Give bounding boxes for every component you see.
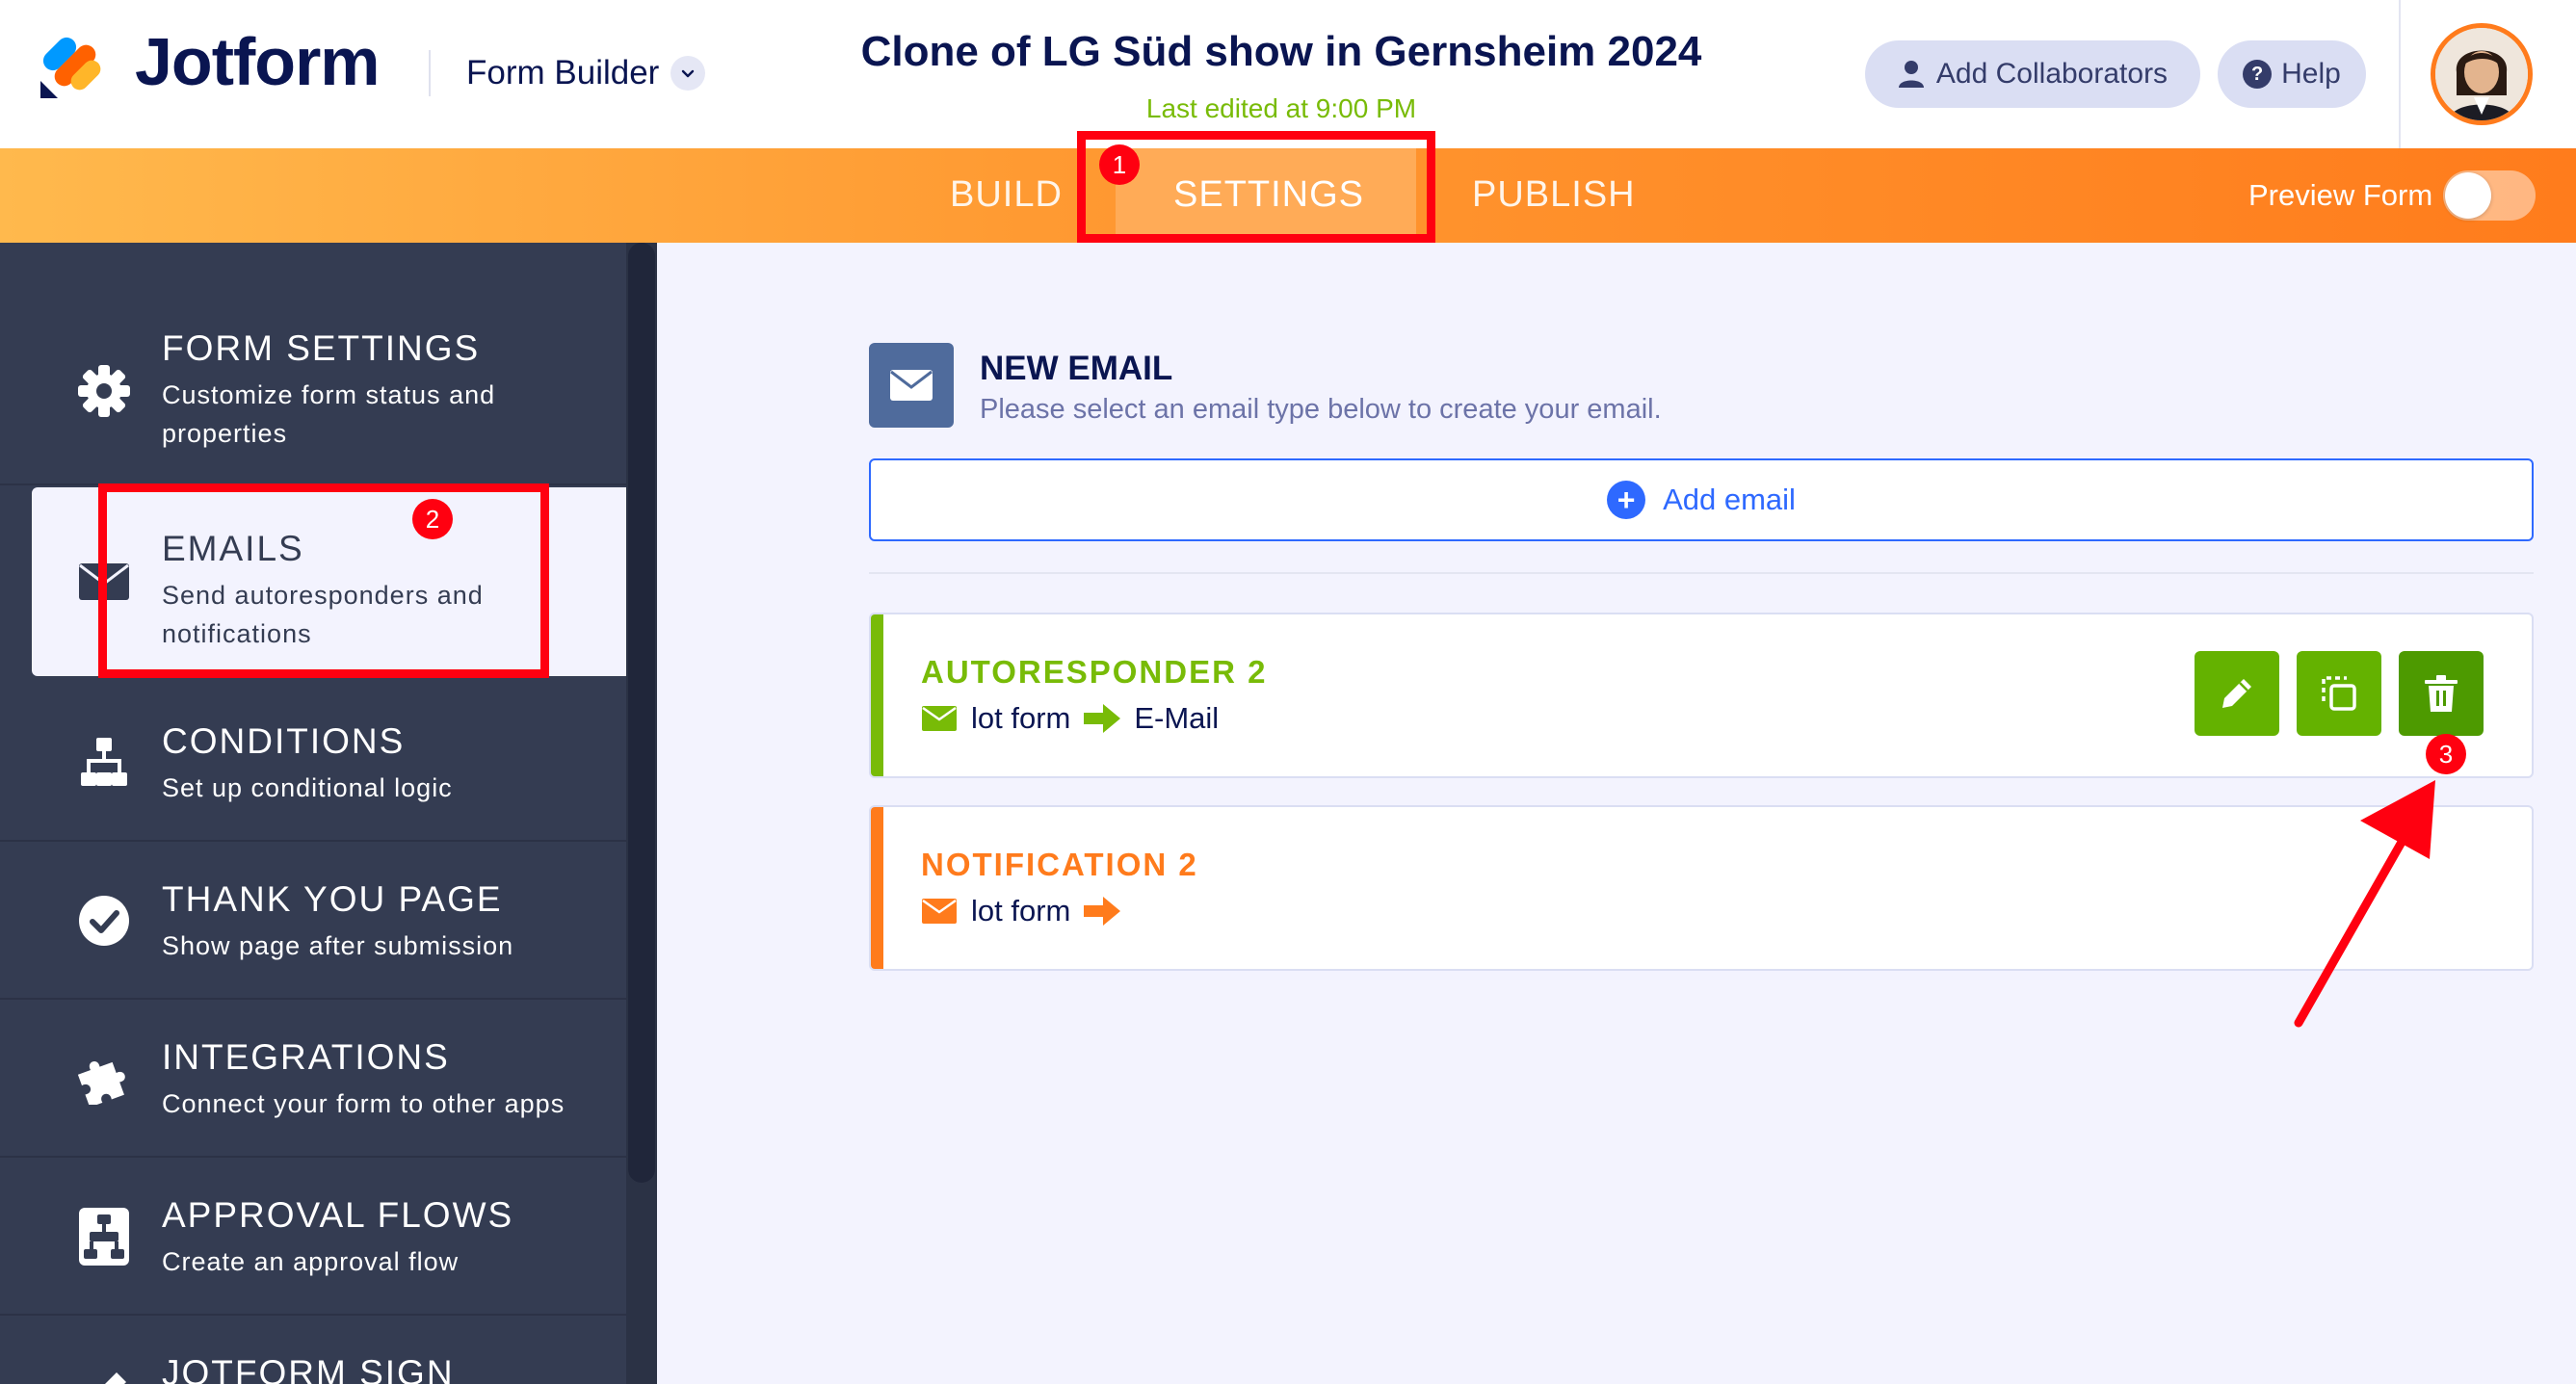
email-to: E-Mail bbox=[1134, 701, 1220, 735]
sidebar-item-desc: Create an approval flow bbox=[162, 1247, 460, 1276]
help-button[interactable]: ? Help bbox=[2218, 40, 2366, 108]
preview-form-label: Preview Form bbox=[2248, 178, 2433, 212]
plus-icon: + bbox=[1607, 481, 1646, 519]
email-from: lot form bbox=[971, 894, 1071, 927]
pencil-icon bbox=[2222, 679, 2251, 708]
card-accent-bar bbox=[871, 614, 883, 776]
new-email-title: NEW EMAIL bbox=[980, 350, 1173, 387]
annotation-badge-3: 3 bbox=[2426, 734, 2466, 774]
envelope-icon bbox=[922, 706, 957, 731]
section-divider bbox=[869, 572, 2534, 574]
arrow-right-icon bbox=[1084, 704, 1121, 733]
user-avatar[interactable] bbox=[2431, 23, 2533, 125]
envelope-icon bbox=[922, 899, 957, 924]
form-builder-label[interactable]: Form Builder bbox=[466, 54, 659, 92]
sidebar-item-integrations[interactable]: INTEGRATIONS Connect your form to other … bbox=[0, 1000, 626, 1158]
settings-sidebar: FORM SETTINGS Customize form status and … bbox=[0, 243, 657, 1384]
email-card-route: lot form E-Mail bbox=[921, 701, 1219, 736]
arrow-right-icon bbox=[1084, 897, 1121, 926]
sidebar-item-title: APPROVAL FLOWS bbox=[162, 1195, 514, 1235]
header-vertical-divider bbox=[2399, 0, 2401, 148]
annotation-badge-2: 2 bbox=[412, 499, 453, 539]
brand-name: Jotform bbox=[135, 24, 381, 99]
top-header: Jotform Form Builder Clone of LG Süd sho… bbox=[0, 0, 2576, 148]
preview-form-toggle[interactable] bbox=[2443, 170, 2536, 221]
sidebar-item-form-settings[interactable]: FORM SETTINGS Customize form status and … bbox=[0, 243, 626, 485]
add-email-label: Add email bbox=[1663, 483, 1796, 516]
sidebar-item-title: CONDITIONS bbox=[162, 721, 406, 761]
approval-icon bbox=[73, 1206, 135, 1267]
flow-icon bbox=[73, 732, 135, 794]
jotform-logo-icon[interactable] bbox=[37, 33, 106, 102]
header-divider bbox=[429, 50, 431, 96]
sidebar-item-approval-flows[interactable]: APPROVAL FLOWS Create an approval flow bbox=[0, 1158, 626, 1316]
tab-publish[interactable]: PUBLISH bbox=[1472, 174, 1636, 216]
sidebar-item-desc: Customize form status and properties bbox=[162, 380, 496, 448]
clone-email-button[interactable] bbox=[2297, 651, 2381, 736]
user-icon bbox=[1898, 61, 1924, 88]
help-label: Help bbox=[2281, 58, 2341, 90]
clone-icon bbox=[2322, 676, 2356, 711]
avatar-portrait-icon bbox=[2435, 28, 2528, 120]
add-collaborators-button[interactable]: Add Collaborators bbox=[1865, 40, 2200, 108]
email-card-title: NOTIFICATION 2 bbox=[921, 847, 1198, 882]
new-email-subtitle: Please select an email type below to cre… bbox=[980, 394, 1662, 425]
delete-email-button[interactable] bbox=[2399, 651, 2484, 736]
tab-build[interactable]: BUILD bbox=[950, 174, 1063, 216]
help-icon: ? bbox=[2243, 60, 2273, 89]
sidebar-item-thank-you-page[interactable]: THANK YOU PAGE Show page after submissio… bbox=[0, 842, 626, 1000]
sidebar-scrollbar[interactable] bbox=[628, 243, 655, 1183]
sidebar-item-desc: Connect your form to other apps bbox=[162, 1089, 565, 1118]
check-circle-icon bbox=[73, 890, 135, 952]
email-card-title: AUTORESPONDER 2 bbox=[921, 654, 1268, 690]
sidebar-item-title: FORM SETTINGS bbox=[162, 328, 481, 368]
annotation-box-emails bbox=[98, 483, 549, 678]
sign-icon bbox=[73, 1364, 135, 1384]
new-email-envelope-icon bbox=[869, 343, 954, 428]
chevron-down-icon[interactable] bbox=[670, 56, 705, 91]
puzzle-icon bbox=[73, 1048, 135, 1110]
email-card-autoresponder[interactable]: AUTORESPONDER 2 lot form E-Mail bbox=[869, 613, 2534, 778]
sidebar-item-jotform-sign[interactable]: JOTFORM SIGN bbox=[0, 1316, 626, 1384]
add-collaborators-label: Add Collaborators bbox=[1935, 58, 2169, 90]
toggle-knob bbox=[2445, 172, 2491, 219]
last-edited-status: Last edited at 9:00 PM bbox=[1145, 93, 1417, 123]
sidebar-item-title: INTEGRATIONS bbox=[162, 1037, 450, 1077]
form-title[interactable]: Clone of LG Süd show in Gernsheim 2024 bbox=[751, 28, 1811, 75]
email-card-actions bbox=[2195, 651, 2484, 736]
sidebar-item-title: JOTFORM SIGN bbox=[162, 1353, 455, 1384]
edit-email-button[interactable] bbox=[2195, 651, 2279, 736]
card-accent-bar bbox=[871, 807, 883, 969]
email-from: lot form bbox=[971, 701, 1071, 735]
email-card-notification[interactable]: NOTIFICATION 2 lot form bbox=[869, 805, 2534, 971]
email-card-route: lot form bbox=[921, 894, 1134, 928]
trash-icon bbox=[2425, 675, 2458, 712]
annotation-badge-1: 1 bbox=[1099, 144, 1140, 185]
sidebar-item-desc: Set up conditional logic bbox=[162, 773, 453, 802]
gear-icon bbox=[73, 360, 135, 422]
sidebar-item-desc: Show page after submission bbox=[162, 931, 514, 960]
sidebar-item-conditions[interactable]: CONDITIONS Set up conditional logic bbox=[0, 684, 626, 842]
add-email-button[interactable]: + Add email bbox=[869, 458, 2534, 541]
sidebar-item-title: THANK YOU PAGE bbox=[162, 879, 503, 919]
